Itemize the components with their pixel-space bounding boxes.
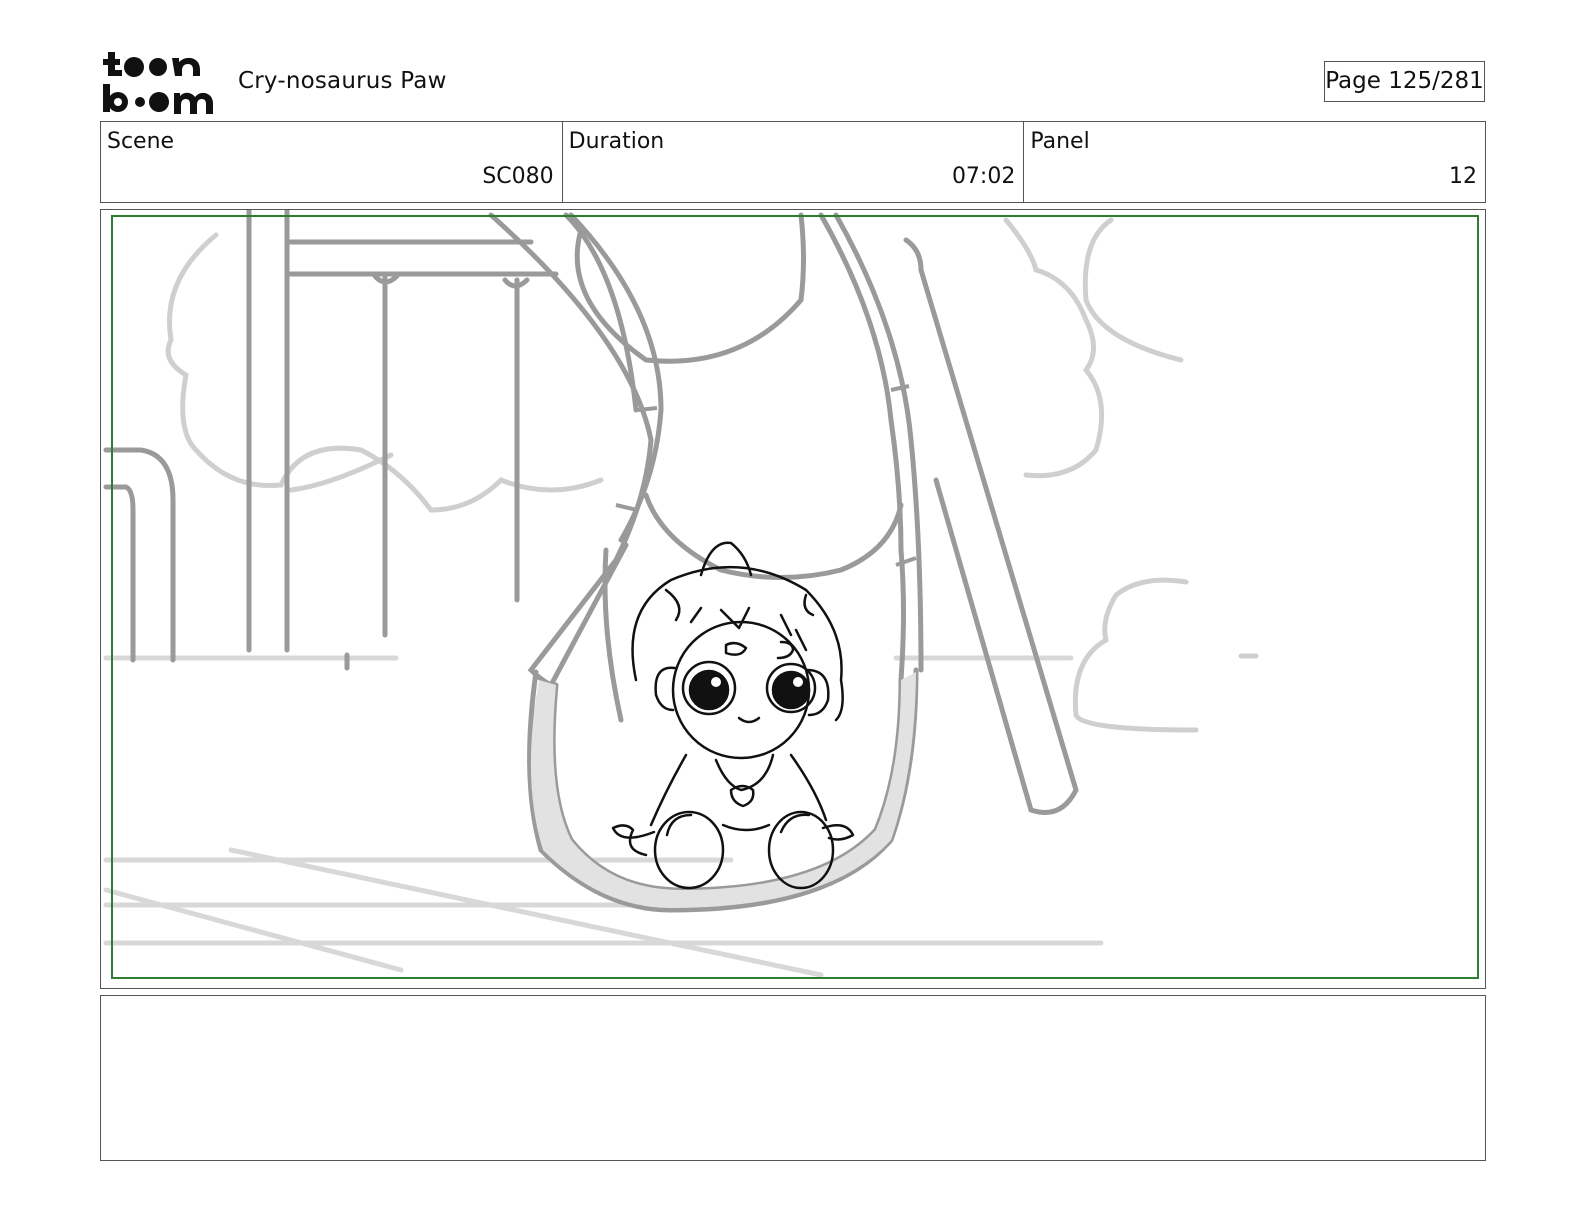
panel-cell: Panel 12 — [1024, 122, 1485, 202]
background-trees — [165, 217, 1259, 733]
scene-cell: Scene SC080 — [101, 122, 563, 202]
child-dino-character — [611, 541, 855, 890]
ground-lines — [103, 655, 1104, 978]
scene-label: Scene — [107, 129, 175, 154]
duration-cell: Duration 07:02 — [563, 122, 1025, 202]
safe-frame — [111, 215, 1479, 979]
storyboard-sketch — [103, 210, 1479, 979]
swing-frame — [103, 210, 1079, 913]
panel-image-frame — [100, 209, 1486, 989]
panel-notes-box — [100, 995, 1486, 1161]
duration-value: 07:02 — [951, 164, 1016, 189]
panel-info-table: Scene SC080 Duration 07:02 Panel 12 — [100, 121, 1486, 203]
page-indicator: Page 125/281 — [1324, 61, 1485, 102]
project-title: Cry-nosaurus Paw — [238, 68, 447, 94]
seat-fill — [530, 672, 916, 908]
toon-boom-logo — [103, 52, 213, 114]
panel-label: Panel — [1030, 129, 1090, 154]
duration-label: Duration — [568, 129, 665, 154]
panel-value: 12 — [1449, 164, 1478, 189]
scene-value: SC080 — [482, 164, 554, 189]
